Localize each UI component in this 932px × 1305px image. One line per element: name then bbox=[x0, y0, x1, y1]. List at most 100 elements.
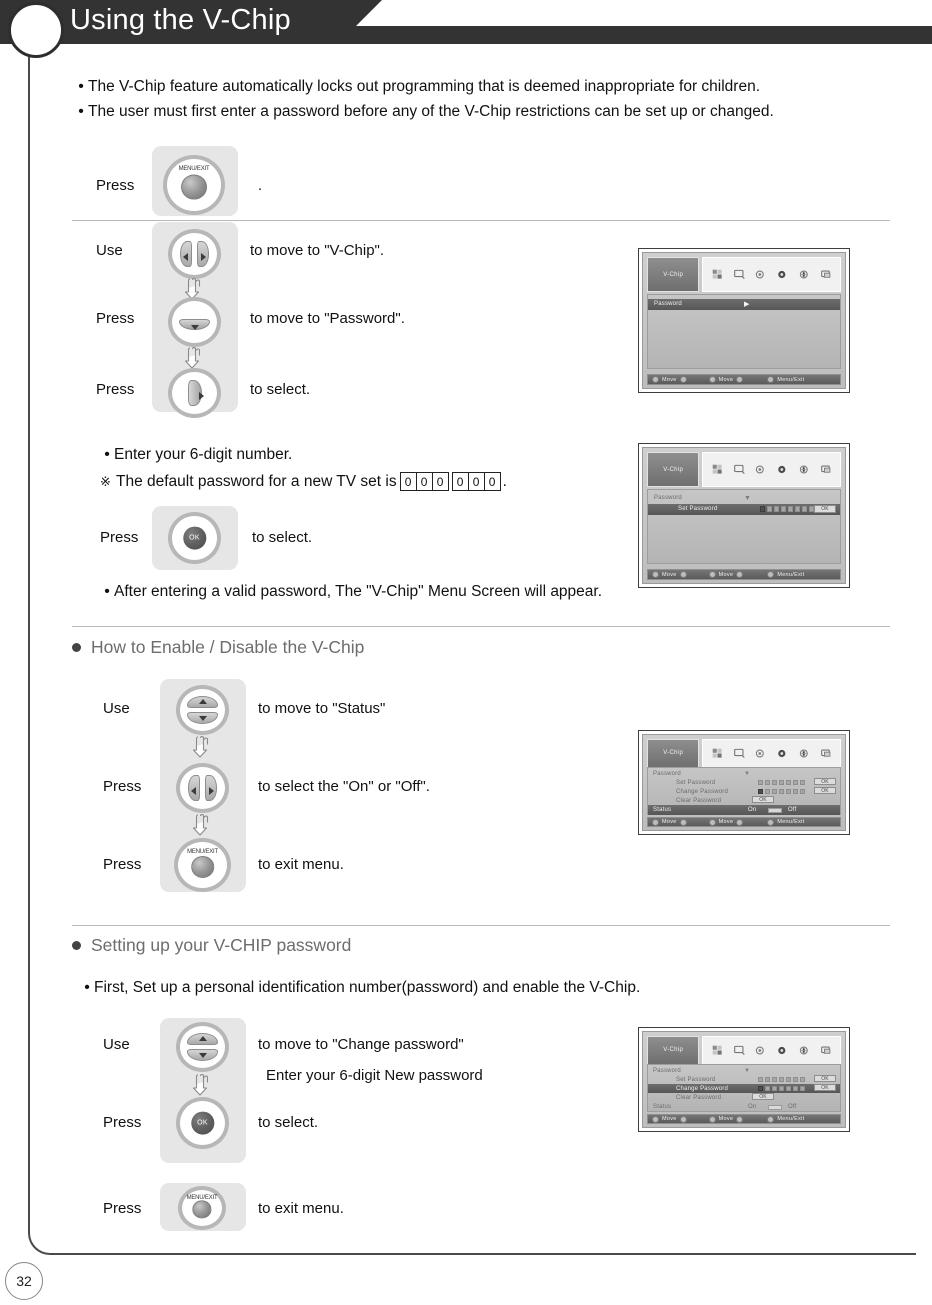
password-digit: 0 bbox=[483, 472, 501, 491]
osd-menu-icon bbox=[767, 1115, 775, 1123]
header-band-notch bbox=[356, 0, 382, 26]
osd-row-status: Status On Off bbox=[648, 1102, 840, 1112]
osd-footer-move1: Move bbox=[662, 571, 677, 578]
step-verb: Press bbox=[103, 1114, 142, 1131]
osd-left-icon bbox=[708, 376, 716, 383]
ok-button[interactable]: OK bbox=[176, 1097, 229, 1149]
osd-row-password: Password ▼ bbox=[648, 769, 840, 778]
step-description: . bbox=[258, 177, 263, 194]
step-verb: Press bbox=[100, 529, 139, 546]
osd-left-icon bbox=[708, 818, 716, 826]
osd-row-label: Set Password bbox=[678, 506, 718, 512]
osd-ok-badge: OK bbox=[814, 787, 836, 795]
menu-exit-knob-icon bbox=[192, 1200, 212, 1219]
time-icon bbox=[778, 465, 786, 474]
osd-row-clear-password: Clear Password OK bbox=[648, 1093, 840, 1102]
osd-tab-row: V-Chip bbox=[647, 739, 841, 768]
osd-body: Password ▼ Set Password OK Change Passwo… bbox=[647, 767, 841, 816]
up-down-button[interactable] bbox=[176, 1022, 229, 1072]
screen-icon bbox=[733, 1045, 745, 1055]
osd-icon-strip bbox=[702, 1036, 841, 1065]
option-icon bbox=[799, 465, 808, 474]
osd-row-clear-password: Clear Password OK bbox=[648, 796, 840, 805]
osd-body: Password ▶ bbox=[647, 293, 841, 370]
section-heading-setup: Setting up your V-CHIP password bbox=[72, 935, 351, 956]
osd-down-arrow-icon: ▼ bbox=[744, 770, 751, 777]
osd-row-label: Change Password bbox=[676, 788, 729, 795]
osd-footer-exit: Menu/Exit bbox=[777, 819, 805, 825]
osd-row-change-password: Change Password OK bbox=[648, 1084, 840, 1094]
osd-right-icon bbox=[736, 1115, 744, 1123]
down-button[interactable] bbox=[168, 297, 221, 347]
down-arrow-icon bbox=[190, 324, 199, 330]
osd-row-label: Password bbox=[653, 1067, 681, 1074]
right-button[interactable] bbox=[168, 368, 221, 418]
time-icon bbox=[778, 749, 786, 757]
section-bullet-icon bbox=[72, 941, 81, 950]
up-arrow-icon bbox=[198, 1036, 207, 1042]
ok-button[interactable]: OK bbox=[168, 512, 221, 564]
time-icon bbox=[778, 270, 786, 279]
osd-right-icon bbox=[736, 376, 744, 383]
osd-left-icon bbox=[708, 571, 716, 578]
osd-row-label: Password bbox=[653, 770, 681, 777]
default-password-prefix: The default password for a new TV set is bbox=[116, 472, 397, 490]
osd-footer: Move Move Menu/Exit bbox=[647, 569, 841, 580]
osd-ok-badge: OK bbox=[752, 796, 774, 804]
osd-icon-strip bbox=[702, 257, 841, 293]
step-verb: Use bbox=[96, 242, 123, 259]
osd-footer-move1: Move bbox=[662, 1116, 677, 1122]
section-bullet-icon bbox=[72, 643, 81, 652]
osd-toggle-icon bbox=[768, 807, 782, 813]
screen-icon bbox=[733, 748, 745, 758]
left-right-button[interactable] bbox=[168, 229, 221, 279]
osd-tab-row: V-Chip bbox=[647, 257, 841, 293]
step-description: to select. bbox=[258, 1114, 319, 1131]
password-digit: 0 bbox=[399, 472, 417, 491]
osd-left-icon bbox=[708, 1115, 716, 1123]
option-icon bbox=[799, 1046, 808, 1055]
vchip-icon bbox=[820, 749, 830, 757]
menu-exit-label: MENU/EXIT bbox=[178, 166, 210, 172]
menu-exit-button[interactable]: MENU/EXIT bbox=[178, 1186, 226, 1230]
section-title: How to Enable / Disable the V-Chip bbox=[91, 637, 365, 657]
setup-bullet-text: First, Set up a personal identification … bbox=[94, 979, 641, 996]
osd-down-icon bbox=[679, 571, 687, 578]
osd-password-dots bbox=[758, 1077, 805, 1083]
bullet-icon: • bbox=[78, 103, 84, 120]
step-verb: Press bbox=[103, 778, 142, 795]
osd-ok-badge: OK bbox=[814, 1075, 836, 1083]
left-right-button[interactable] bbox=[176, 763, 229, 813]
osd-row-change-password: Change Password OK bbox=[648, 787, 840, 796]
screen-icon bbox=[733, 464, 745, 475]
menu-exit-knob-icon bbox=[181, 174, 207, 200]
password-digit: 0 bbox=[467, 472, 485, 491]
page-title: Using the V-Chip bbox=[70, 4, 291, 36]
divider bbox=[72, 220, 890, 221]
osd-body: Password ▼ Set Password OK Change Passwo… bbox=[647, 1064, 841, 1112]
osd-footer-move2: Move bbox=[718, 571, 734, 578]
step-description: to exit menu. bbox=[258, 856, 344, 873]
left-arrow-icon bbox=[182, 252, 188, 261]
osd-row-set-password: Set Password OK bbox=[648, 503, 840, 515]
osd-screenshot-password-entry: V-Chip Password ▶ Move Move Menu/Exit bbox=[638, 248, 850, 393]
osd-footer-move2: Move bbox=[718, 1116, 734, 1122]
section-title: Setting up your V-CHIP password bbox=[91, 935, 352, 955]
osd-password-dots bbox=[758, 789, 805, 795]
osd-up-icon bbox=[652, 376, 659, 383]
osd-row-set-password: Set Password OK bbox=[648, 1075, 840, 1084]
list-item: • The V-Chip feature automatically locks… bbox=[74, 76, 834, 98]
after-password-text: After entering a valid password, The "V-… bbox=[114, 583, 603, 600]
up-down-button[interactable] bbox=[176, 685, 229, 735]
menu-exit-button[interactable]: MENU/EXIT bbox=[163, 155, 225, 215]
default-password-suffix: . bbox=[502, 472, 507, 490]
sound-icon bbox=[756, 1046, 765, 1055]
bullet-icon: • bbox=[84, 979, 90, 996]
osd-right-icon bbox=[736, 571, 744, 578]
osd-menu-icon bbox=[767, 571, 775, 578]
osd-status-off: Off bbox=[788, 807, 797, 814]
osd-tab-vchip: V-Chip bbox=[647, 452, 700, 488]
hand-down-arrow-icon bbox=[190, 812, 216, 838]
menu-exit-button[interactable]: MENU/EXIT bbox=[174, 838, 231, 892]
picture-icon bbox=[712, 269, 722, 279]
